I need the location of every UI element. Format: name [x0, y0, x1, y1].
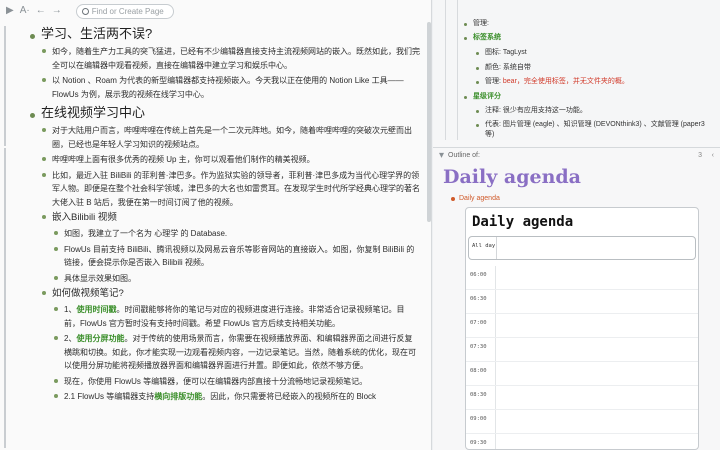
time-label: 07:00 — [466, 314, 496, 337]
time-slot[interactable]: 07:00 — [466, 314, 698, 338]
chevron-down-icon[interactable]: ▾ — [439, 150, 444, 161]
list-item[interactable]: 如今，随着生产力工具的突飞猛进，已经有不少编辑器直接支持主流视频网站的嵌入。既然… — [42, 45, 420, 72]
block-bar — [457, 0, 458, 140]
time-slot[interactable]: 09:00 — [466, 410, 698, 434]
search-input[interactable] — [91, 6, 172, 16]
bullet — [464, 37, 467, 40]
sidebar-line: 代表: 图片管理 (eagle) 、知识管理 (DEVONthink3) 、文献… — [485, 121, 705, 138]
time-slot[interactable]: 06:30 — [466, 290, 698, 314]
list-item[interactable]: 如图，我建立了一个名为 心理学 的 Database. — [54, 227, 420, 241]
bullet — [476, 81, 479, 84]
list-item[interactable]: 具体显示效果如图。 — [54, 272, 420, 286]
list-item[interactable]: 1、使用时间戳。时间戳能够将你的笔记与对应的视频进度进行连接。非常适合记录视频笔… — [54, 303, 420, 330]
time-label: 09:30 — [466, 434, 496, 449]
sidebar-line: 图标: TagLyst — [485, 49, 527, 56]
block-bar — [4, 26, 6, 146]
calendar-title: Daily agenda — [472, 214, 574, 230]
bullet — [476, 52, 479, 55]
time-label: 09:00 — [466, 410, 496, 433]
subheading-embed[interactable]: 嵌入Bilibili 视频 — [42, 211, 420, 225]
collapse-icon[interactable]: ‹ — [712, 152, 714, 159]
text-format-icon[interactable]: A· — [20, 6, 30, 16]
heading-1: 学习、生活两不误? — [30, 24, 420, 43]
sidebar-line: 颜色: 系统自带 — [485, 64, 531, 71]
list-item[interactable]: 对于大陆用户而言，哔哩哔哩在传统上首先是一个二次元阵地。如今，随着哔哩哔哩的突破… — [42, 124, 420, 151]
time-label: 07:30 — [466, 338, 496, 361]
bullet — [464, 96, 467, 99]
allday-row[interactable]: All day — [468, 236, 696, 260]
time-label: 08:00 — [466, 362, 496, 385]
editor-toolbar: ▶ A· ← → — [0, 0, 431, 22]
sidebar-heading: 标签系统 — [473, 34, 501, 41]
block-bar — [4, 148, 6, 448]
daily-agenda-link[interactable]: Daily agenda — [451, 195, 500, 202]
scrollbar[interactable] — [427, 22, 431, 222]
time-slot[interactable]: 08:00 — [466, 362, 698, 386]
list-item[interactable]: FlowUs 目前支持 BiliBili、腾讯视频以及网易云音乐等影音网站的直接… — [54, 243, 420, 270]
heading-2: 在线视频学习中心 — [30, 103, 420, 122]
time-slot[interactable]: 09:30 — [466, 434, 698, 449]
agenda-calendar: Daily agenda All day 06:00 06:30 07:00 07:3… — [465, 207, 699, 450]
bullet — [476, 124, 479, 127]
list-item[interactable]: 比如，最近入驻 BiliBili 的菲利普·津巴多。作为监狱实验的领导者，菲利普… — [42, 169, 420, 210]
list-item[interactable]: 以 Notion 、Roam 为代表的新型编辑器都支持视频嵌入。今天我以正在使用… — [42, 74, 420, 101]
search-box[interactable] — [75, 3, 174, 19]
outline-header: ▾ Outline of: 3 ‹ — [433, 147, 720, 163]
outline-count: 3 — [698, 152, 702, 159]
time-label: 06:00 — [466, 266, 496, 289]
menu-icon[interactable]: ▶ — [6, 6, 14, 16]
sidebar-heading: 星级评分 — [473, 93, 501, 100]
list-item[interactable]: 2.1 FlowUs 等编辑器支持横向排版功能。因此，你只需要将已经嵌入的视频所… — [54, 390, 420, 404]
subheading-notes[interactable]: 如何做视频笔记? — [42, 287, 420, 301]
main-editor-pane: ▶ A· ← → 学习、生活两不误? 如今，随着生产力工具的突飞猛进，已经有不少… — [0, 0, 432, 450]
block-bar — [445, 0, 446, 140]
time-slot[interactable]: 08:30 — [466, 386, 698, 410]
time-slot[interactable]: 07:30 — [466, 338, 698, 362]
page-title[interactable]: Daily agenda — [443, 166, 581, 188]
document-content: 学习、生活两不误? 如今，随着生产力工具的突飞猛进，已经有不少编辑器直接支持主流… — [20, 22, 420, 406]
list-item[interactable]: 现在，你使用 FlowUs 等编辑器，便可以在编辑器内部直接十分流畅地记录视频笔… — [54, 375, 420, 389]
back-icon[interactable]: ← — [36, 6, 46, 16]
search-icon — [81, 7, 89, 15]
forward-icon[interactable]: → — [52, 6, 62, 16]
time-label: 06:30 — [466, 290, 496, 313]
list-item[interactable]: 2、使用分屏功能。对于传统的使用场景而言，你需要在视频播放界面、和编辑器界面之间… — [54, 332, 420, 373]
time-slot[interactable]: 06:00 — [466, 266, 698, 290]
list-item[interactable]: 哔哩哔哩上面有很多优秀的视频 Up 主，你可以观看他们制作的精美视频。 — [42, 153, 420, 167]
sidebar-notes: 管理: 标签系统 图标: TagLyst 颜色: 系统自带 管理: bear，完… — [433, 0, 720, 140]
sidebar-line: 注释: 很少有应用支持这一功能。 — [485, 107, 587, 114]
bullet — [464, 23, 467, 26]
bullet — [451, 196, 455, 201]
bullet — [476, 67, 479, 70]
sidebar-line: 管理: bear，完全使用标签，并无文件夹的概。 — [485, 78, 629, 85]
time-slots: 06:00 06:30 07:00 07:30 08:00 08:30 09:00 09:30 — [466, 266, 698, 449]
sidebar-line: 管理: — [473, 20, 489, 27]
bullet — [476, 110, 479, 113]
time-label: 08:30 — [466, 386, 496, 409]
